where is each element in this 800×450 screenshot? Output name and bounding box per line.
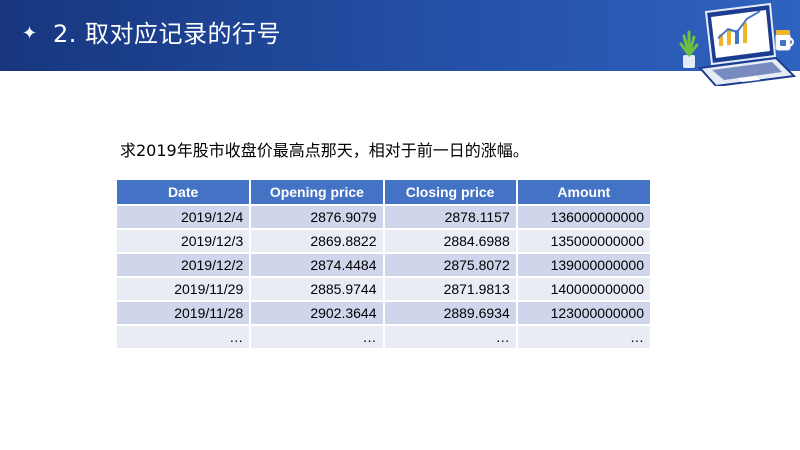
cell-closing-price: 2875.8072 <box>383 253 518 278</box>
cell-closing-price: 2871.9813 <box>383 277 518 302</box>
cell-date: 2019/12/3 <box>117 229 252 254</box>
laptop-chart-with-plant-and-mug-icon <box>679 2 797 86</box>
cell-date: … <box>117 325 252 350</box>
table-header-row: Date Opening price Closing price Amount <box>117 180 650 206</box>
cell-opening-price: 2874.4484 <box>250 253 385 278</box>
table-row: 2019/12/3 2869.8822 2884.6988 1350000000… <box>117 229 650 254</box>
column-header-closing-price: Closing price <box>383 180 518 206</box>
header-bar: ✦ 2. 取对应记录的行号 <box>0 0 800 86</box>
cell-opening-price: … <box>250 325 385 350</box>
column-header-opening-price: Opening price <box>250 180 385 206</box>
cell-closing-price: 2884.6988 <box>383 229 518 254</box>
star-icon: ✦ <box>22 23 38 44</box>
cell-amount: 136000000000 <box>516 205 650 230</box>
cell-opening-price: 2902.3644 <box>250 301 385 326</box>
cell-amount: 135000000000 <box>516 229 650 254</box>
cell-date: 2019/12/4 <box>117 205 252 230</box>
column-header-amount: Amount <box>516 180 650 206</box>
cell-closing-price: … <box>383 325 518 350</box>
cell-amount: 139000000000 <box>516 253 650 278</box>
table-row: 2019/11/28 2902.3644 2889.6934 123000000… <box>117 301 650 326</box>
table-row: 2019/11/29 2885.9744 2871.9813 140000000… <box>117 277 650 302</box>
cell-date: 2019/11/28 <box>117 301 252 326</box>
cell-amount: 123000000000 <box>516 301 650 326</box>
plant-icon <box>679 30 699 68</box>
table-row: … … … … <box>117 325 650 350</box>
cell-date: 2019/11/29 <box>117 277 252 302</box>
question-text: 求2019年股市收盘价最高点那天，相对于前一日的涨幅。 <box>120 141 529 160</box>
stock-data-table: Date Opening price Closing price Amount … <box>117 180 650 350</box>
slide-title: 2. 取对应记录的行号 <box>53 20 282 48</box>
column-header-date: Date <box>117 180 252 206</box>
cell-closing-price: 2878.1157 <box>383 205 518 230</box>
cell-opening-price: 2885.9744 <box>250 277 385 302</box>
cell-closing-price: 2889.6934 <box>383 301 518 326</box>
mug-icon <box>775 30 794 51</box>
cell-opening-price: 2876.9079 <box>250 205 385 230</box>
table-row: 2019/12/4 2876.9079 2878.1157 1360000000… <box>117 205 650 230</box>
cell-opening-price: 2869.8822 <box>250 229 385 254</box>
table-row: 2019/12/2 2874.4484 2875.8072 1390000000… <box>117 253 650 278</box>
cell-amount: 140000000000 <box>516 277 650 302</box>
cell-amount: … <box>516 325 650 350</box>
cell-date: 2019/12/2 <box>117 253 252 278</box>
